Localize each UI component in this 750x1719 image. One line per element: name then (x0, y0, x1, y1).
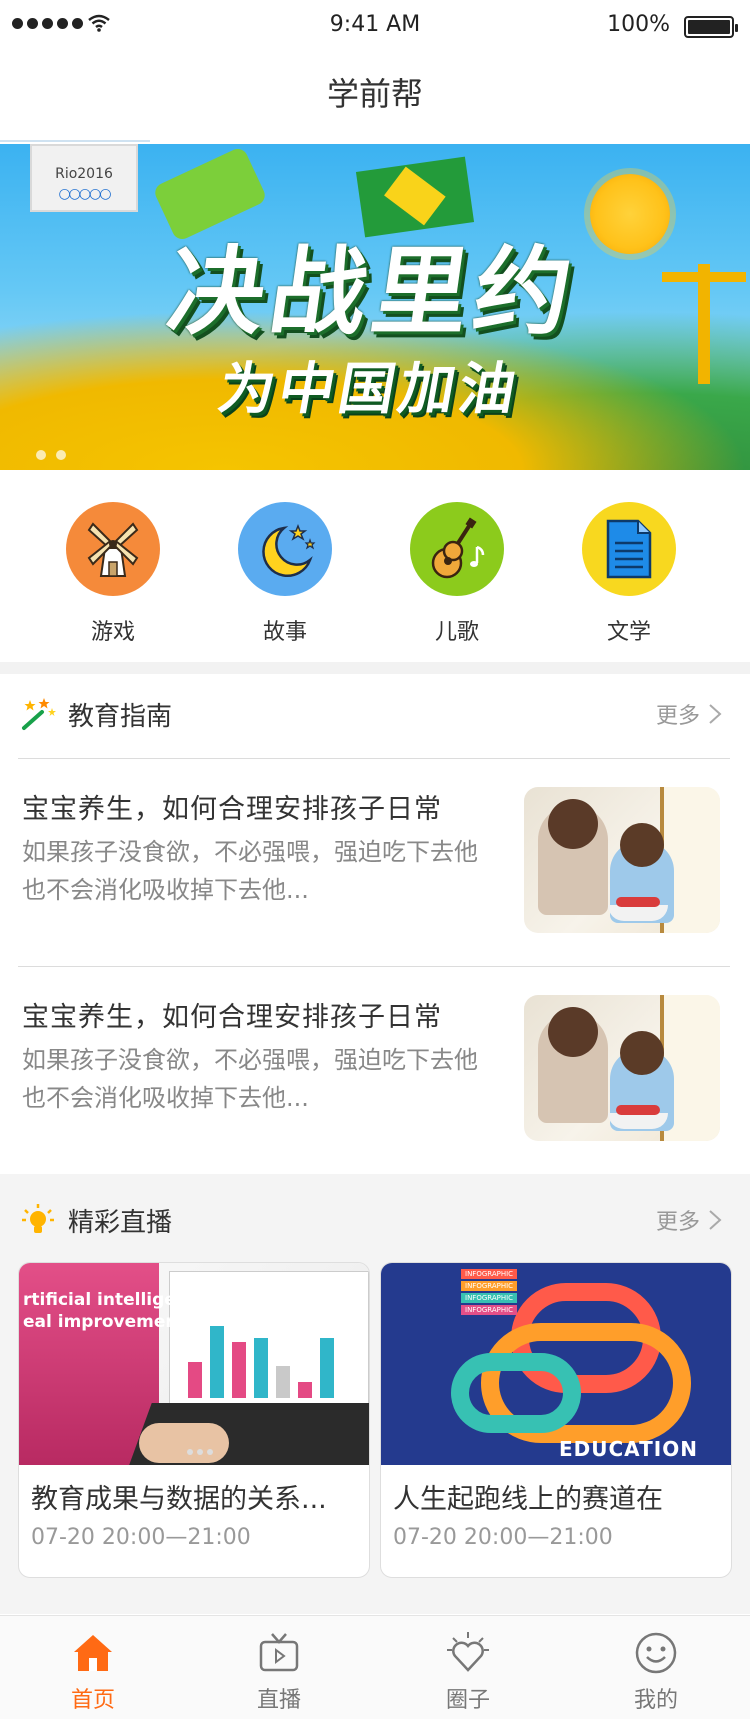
nav-bar: 学前帮 (0, 54, 750, 144)
live-card[interactable]: INFOGRAPHIC INFOGRAPHIC INFOGRAPHIC INFO… (380, 1262, 732, 1578)
article-thumbnail (524, 995, 720, 1141)
live-title: 精彩直播 (68, 1208, 173, 1238)
guide-more-link[interactable]: 更多 (656, 698, 722, 730)
tab-label: 首页 (70, 1688, 115, 1713)
article-title: 宝宝养生，如何合理安排孩子日常 (22, 1002, 442, 1033)
banner-subline: 为中国加油 (213, 357, 525, 422)
sun-icon (590, 174, 670, 254)
guitar-icon (410, 502, 504, 596)
page-title: 学前帮 (326, 75, 423, 113)
home-icon (74, 1635, 112, 1671)
tab-label: 直播 (256, 1688, 301, 1713)
article-item[interactable]: 宝宝养生，如何合理安排孩子日常 如果孩子没食欲，不必强喂，强迫吃下去他也不会消化… (0, 967, 750, 1175)
guide-header: 教育指南 更多 (0, 674, 750, 760)
tv-icon (259, 1633, 299, 1672)
smiley-icon (635, 1632, 677, 1674)
windmill-icon (66, 502, 160, 596)
article-thumbnail (524, 787, 720, 933)
category-label: 游戏 (90, 620, 135, 645)
article-desc: 如果孩子没食欲，不必强喂，强迫吃下去他也不会消化吸收掉下去他... (22, 1046, 478, 1112)
tab-circle[interactable]: 圈子 (408, 1630, 528, 1714)
tab-me[interactable]: 我的 (596, 1630, 716, 1714)
rio-badge-label: Rio2016 (55, 166, 113, 182)
live-header: 精彩直播 更多 (0, 1180, 750, 1266)
tab-home[interactable]: 首页 (33, 1630, 153, 1714)
live-card[interactable]: rtificial intelligence eal improvements … (18, 1262, 370, 1578)
chevron-right-icon (709, 704, 722, 724)
live-card-time: 07-20 20:00—21:00 (393, 1525, 613, 1550)
live-card-image: INFOGRAPHIC INFOGRAPHIC INFOGRAPHIC INFO… (381, 1263, 731, 1465)
status-bar: 9:41 AM 100% (0, 0, 750, 54)
category-label: 文学 (606, 620, 651, 645)
category-game[interactable]: 游戏 (53, 502, 173, 646)
live-card-image-text: EDUCATION (559, 1437, 698, 1461)
banner-pager (36, 450, 66, 460)
magic-wand-icon (22, 698, 56, 730)
nav-divider (0, 140, 150, 142)
category-song[interactable]: 儿歌 (397, 502, 517, 646)
category-label: 儿歌 (434, 620, 479, 645)
battery-icon (684, 16, 738, 38)
live-more-link[interactable]: 更多 (656, 1204, 722, 1236)
category-grid: 游戏 故事 儿歌 文学 (0, 470, 750, 662)
banner-headline: 决战里约 (160, 236, 585, 348)
rio-badge: Rio2016 ○○○○○ (30, 144, 138, 212)
category-story[interactable]: 故事 (225, 502, 345, 646)
category-label: 故事 (262, 620, 307, 645)
tab-live[interactable]: 直播 (219, 1630, 339, 1714)
article-item[interactable]: 宝宝养生，如何合理安排孩子日常 如果孩子没食欲，不必强喂，强迫吃下去他也不会消化… (0, 759, 750, 967)
guide-title: 教育指南 (68, 702, 173, 732)
moon-stars-icon (238, 502, 332, 596)
tab-label: 圈子 (445, 1688, 490, 1713)
heart-sun-icon (447, 1632, 489, 1672)
live-card-image: rtificial intelligence eal improvements (19, 1263, 369, 1465)
more-label: 更多 (655, 1210, 700, 1235)
statue-icon (662, 264, 746, 384)
article-desc: 如果孩子没食欲，不必强喂，强迫吃下去他也不会消化吸收掉下去他... (22, 838, 478, 904)
battery-percent: 100% (607, 12, 670, 37)
tab-bar: 首页 直播 圈子 我的 (0, 1615, 750, 1719)
document-icon (582, 502, 676, 596)
category-literature[interactable]: 文学 (569, 502, 689, 646)
live-card-time: 07-20 20:00—21:00 (31, 1525, 251, 1550)
live-card-image-text: rtificial intelligence eal improvements (23, 1290, 210, 1332)
chevron-right-icon (709, 1210, 722, 1230)
promo-banner[interactable]: Rio2016 ○○○○○ 决战里约 为中国加油 (0, 144, 750, 470)
olympic-rings-icon: ○○○○○ (58, 186, 111, 202)
tab-label: 我的 (633, 1688, 678, 1713)
live-card-title: 人生起跑线上的赛道在 (393, 1484, 663, 1515)
lightbulb-icon (22, 1204, 54, 1233)
live-card-title: 教育成果与数据的关系... (31, 1484, 327, 1515)
article-title: 宝宝养生，如何合理安排孩子日常 (22, 794, 442, 825)
more-label: 更多 (655, 704, 700, 729)
section-gap (0, 662, 750, 674)
